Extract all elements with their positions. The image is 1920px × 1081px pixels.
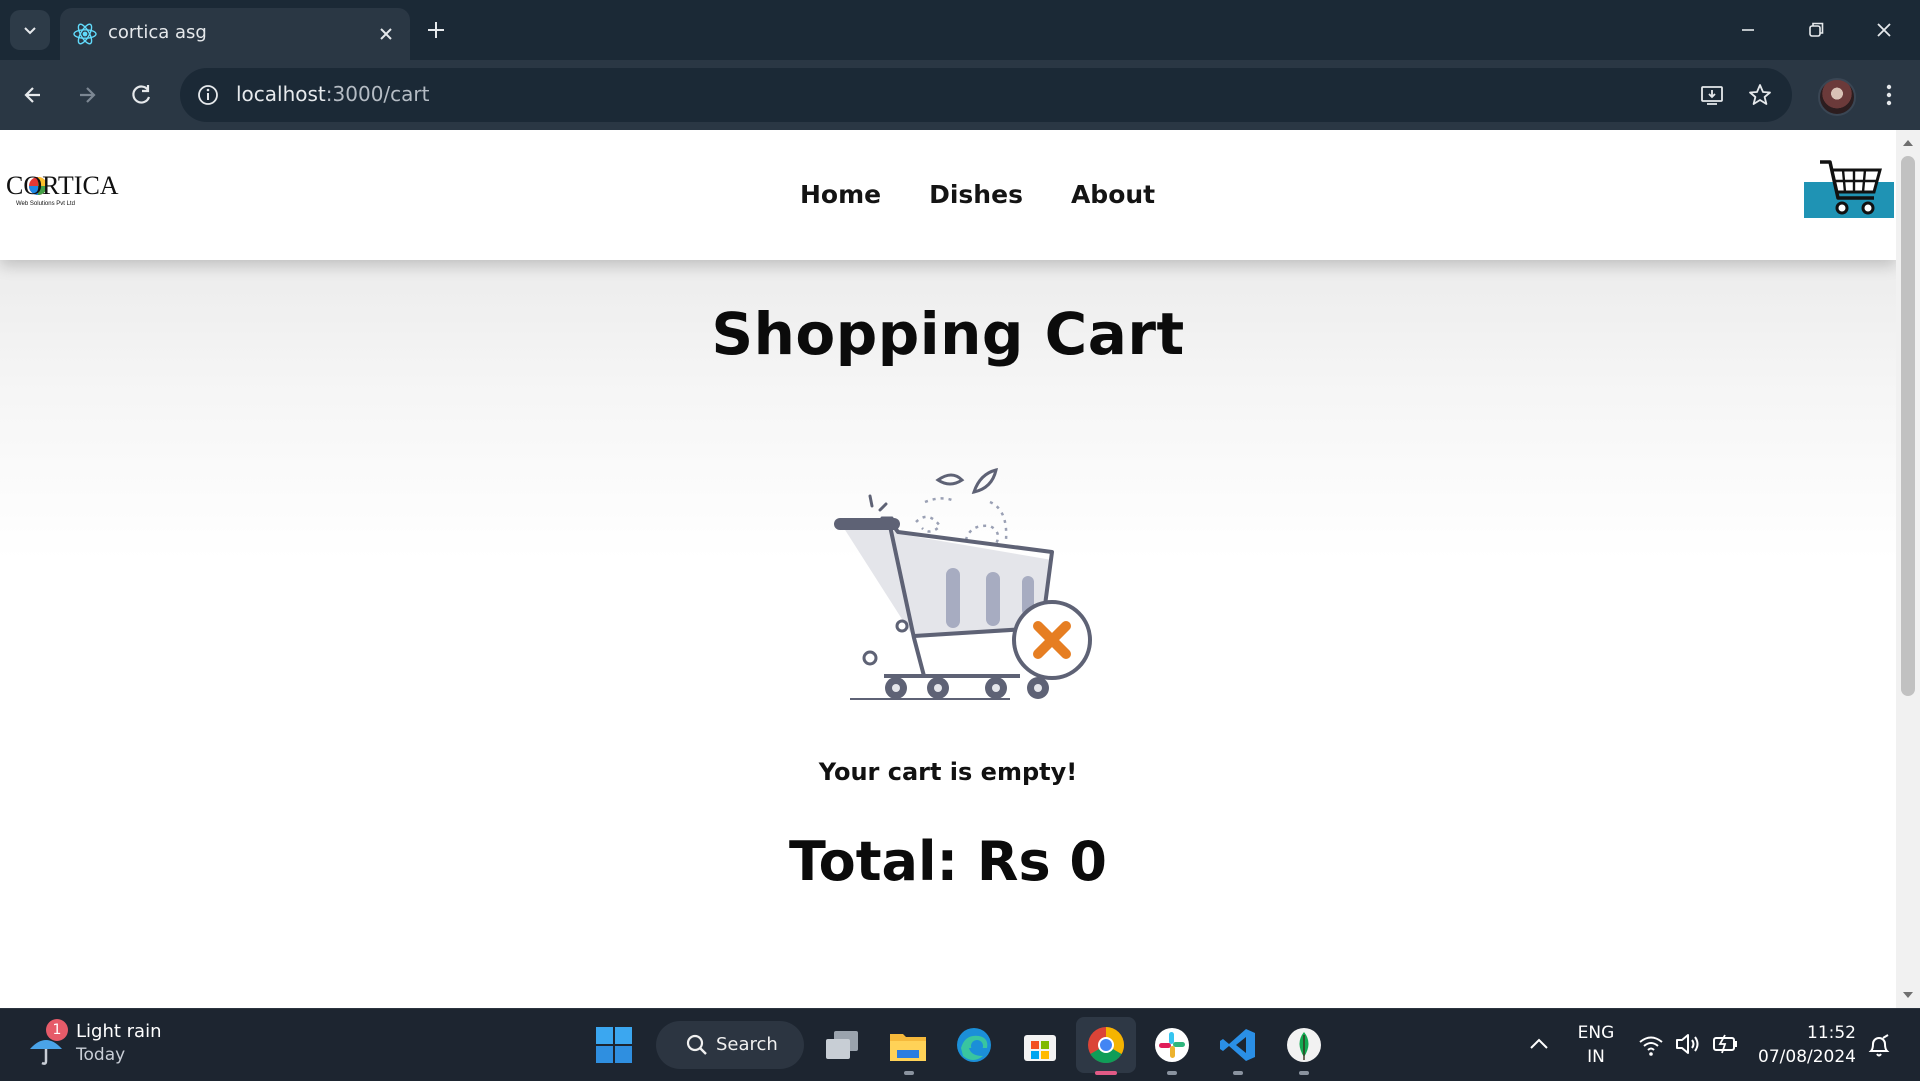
file-explorer-button[interactable]: [886, 1023, 930, 1067]
weather-notification-badge: 1: [46, 1019, 68, 1041]
tab-cortica[interactable]: cortica asg: [60, 8, 410, 60]
bookmark-star-icon[interactable]: [1746, 81, 1774, 109]
chevron-down-icon: [24, 27, 36, 35]
reload-icon[interactable]: [126, 80, 156, 110]
wifi-icon[interactable]: [1638, 1033, 1664, 1057]
clock-time[interactable]: 11:52: [1756, 1023, 1856, 1043]
vscode-icon: [1220, 1029, 1255, 1061]
minimize-icon[interactable]: [1734, 16, 1762, 44]
weather-title[interactable]: Light rain: [76, 1021, 161, 1042]
address-bar[interactable]: localhost:3000/cart: [180, 68, 1792, 122]
chrome-icon: [1088, 1027, 1124, 1064]
page-scrollbar[interactable]: [1896, 130, 1920, 1008]
close-icon[interactable]: [376, 24, 396, 44]
cart-total: Total: Rs 0: [788, 830, 1107, 893]
microsoft-store-icon: [1024, 1035, 1056, 1061]
chevron-up-icon[interactable]: [1528, 1035, 1550, 1053]
vscode-running-indicator: [1233, 1071, 1243, 1075]
browser-toolbar: localhost:3000/cart: [0, 60, 1920, 130]
scroll-up-arrow-icon[interactable]: [1902, 138, 1914, 148]
taskbar-search[interactable]: Search: [656, 1021, 804, 1069]
taskbar-search-label: Search: [716, 1034, 778, 1055]
site-info-icon[interactable]: [194, 81, 222, 109]
battery-charging-icon[interactable]: [1712, 1033, 1740, 1055]
logo-wordmark: CORTICA: [6, 171, 119, 200]
mongodb-running-indicator: [1299, 1071, 1309, 1075]
chrome-active-indicator: [1095, 1071, 1117, 1075]
cortica-logo[interactable]: CORTICA Web Solutions Pvt Ltd: [4, 166, 120, 210]
restore-icon[interactable]: [1802, 16, 1830, 44]
task-view-button[interactable]: [820, 1023, 864, 1067]
edge-browser-icon: [957, 1028, 991, 1062]
site-header: CORTICA Web Solutions Pvt Ltd Home Dishe…: [0, 130, 1896, 260]
tab-title: cortica asg: [108, 22, 207, 43]
chrome-button[interactable]: [1084, 1023, 1128, 1067]
empty-cart-illustration: [834, 467, 1092, 700]
mongodb-compass-button[interactable]: [1282, 1023, 1326, 1067]
task-view-icon: [826, 1031, 858, 1059]
more-menu-icon[interactable]: [1874, 80, 1904, 110]
react-favicon-icon: [73, 23, 97, 45]
empty-cart-message: Your cart is empty!: [818, 758, 1078, 786]
shopping-cart-icon: [1820, 160, 1882, 215]
clock-date[interactable]: 07/08/2024: [1756, 1047, 1856, 1067]
browser-tab-bar: cortica asg: [0, 0, 1920, 60]
windows-logo-icon: [596, 1027, 632, 1063]
url-text[interactable]: localhost:3000/cart: [236, 82, 429, 106]
volume-icon[interactable]: [1674, 1031, 1702, 1057]
logo-subtitle: Web Solutions Pvt Ltd: [16, 201, 75, 207]
nav-dishes[interactable]: Dishes: [929, 180, 1023, 209]
store-button[interactable]: [1018, 1023, 1062, 1067]
nav-about[interactable]: About: [1071, 180, 1155, 209]
language-bottom: IN: [1587, 1047, 1605, 1067]
back-arrow-icon[interactable]: [18, 80, 48, 110]
install-app-icon[interactable]: [1698, 81, 1726, 109]
nav-home[interactable]: Home: [800, 180, 881, 209]
url-path: :3000/cart: [325, 82, 430, 106]
tab-search-button[interactable]: [10, 10, 50, 50]
explorer-running-indicator: [904, 1071, 914, 1075]
scroll-thumb[interactable]: [1901, 156, 1915, 696]
slack-button[interactable]: [1150, 1023, 1194, 1067]
slack-icon: [1155, 1028, 1189, 1062]
slack-running-indicator: [1167, 1071, 1177, 1075]
main-nav: Home Dishes About: [800, 180, 1155, 209]
edge-button[interactable]: [952, 1023, 996, 1067]
notifications-icon[interactable]: [1866, 1033, 1892, 1059]
folder-icon: [890, 1034, 926, 1061]
page-viewport: CORTICA Web Solutions Pvt Ltd Home Dishe…: [0, 130, 1896, 1008]
mongodb-leaf-icon: [1287, 1028, 1321, 1062]
start-button[interactable]: [592, 1023, 636, 1067]
search-icon: [686, 1034, 707, 1055]
weather-subtitle: Today: [76, 1045, 126, 1065]
language-top[interactable]: ENG: [1574, 1023, 1618, 1043]
cart-button[interactable]: [1804, 152, 1896, 228]
forward-arrow-icon[interactable]: [72, 80, 102, 110]
page-title: Shopping Cart: [711, 300, 1185, 368]
scroll-down-arrow-icon[interactable]: [1902, 990, 1914, 1000]
taskbar: 1 Light rain Today Search ENG IN 11:52 0…: [0, 1008, 1920, 1081]
profile-avatar[interactable]: [1818, 78, 1856, 116]
new-tab-icon[interactable]: [424, 18, 448, 42]
vscode-button[interactable]: [1216, 1023, 1260, 1067]
url-host: localhost: [236, 82, 326, 106]
window-close-icon[interactable]: [1870, 16, 1898, 44]
